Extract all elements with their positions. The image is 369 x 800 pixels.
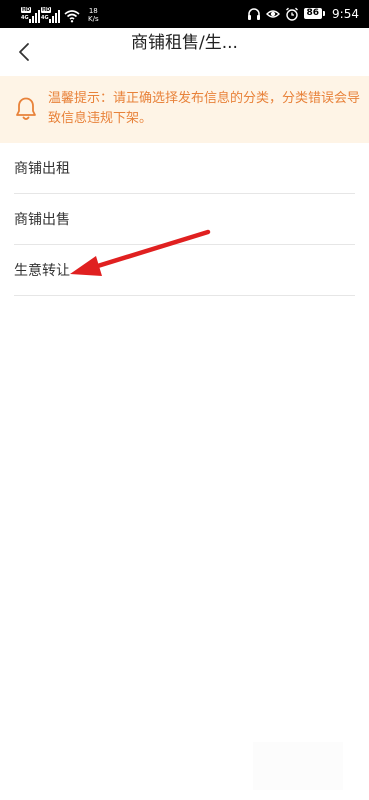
background-area (253, 742, 343, 790)
battery-level: 86 (303, 8, 323, 19)
eye-comfort-icon (265, 9, 280, 18)
sim2-network-type: 4G (41, 15, 49, 21)
headset-icon (247, 7, 260, 20)
nav-header: 商铺租售/生... (0, 28, 369, 76)
network-speed: 18 K/s (88, 7, 99, 23)
battery-icon: 86 (303, 8, 326, 19)
category-label: 生意转让 (14, 263, 70, 279)
network-speed-value: 18 (88, 7, 98, 15)
warning-notice: 温馨提示：请正确选择发布信息的分类，分类错误会导致信息违规下架。 (0, 76, 369, 143)
network-speed-unit: K/s (88, 15, 99, 23)
annotation-arrow-icon (70, 229, 211, 276)
sim2-signal-icon: HD 4G (41, 7, 60, 23)
page-title: 商铺租售/生... (131, 33, 238, 53)
sim1-signal-icon: HD 4G (21, 7, 40, 23)
status-time: 9:54 (332, 6, 359, 21)
back-button[interactable] (10, 38, 38, 66)
category-item-shop-rent[interactable]: 商铺出租 (14, 143, 355, 194)
status-bar: HD 4G HD 4G 18 K/s 86 9:54 (0, 0, 369, 28)
status-left-group: HD 4G HD 4G 18 K/s (21, 5, 99, 23)
notice-text: 温馨提示：请正确选择发布信息的分类，分类错误会导致信息违规下架。 (48, 91, 361, 126)
status-right-group: 86 9:54 (247, 5, 359, 22)
bell-icon (16, 97, 36, 120)
sim1-network-type: 4G (21, 15, 29, 21)
wifi-icon (64, 10, 80, 23)
category-label: 商铺出售 (14, 212, 70, 228)
alarm-icon (285, 7, 298, 21)
chevron-left-icon (19, 43, 29, 61)
category-label: 商铺出租 (14, 161, 70, 177)
